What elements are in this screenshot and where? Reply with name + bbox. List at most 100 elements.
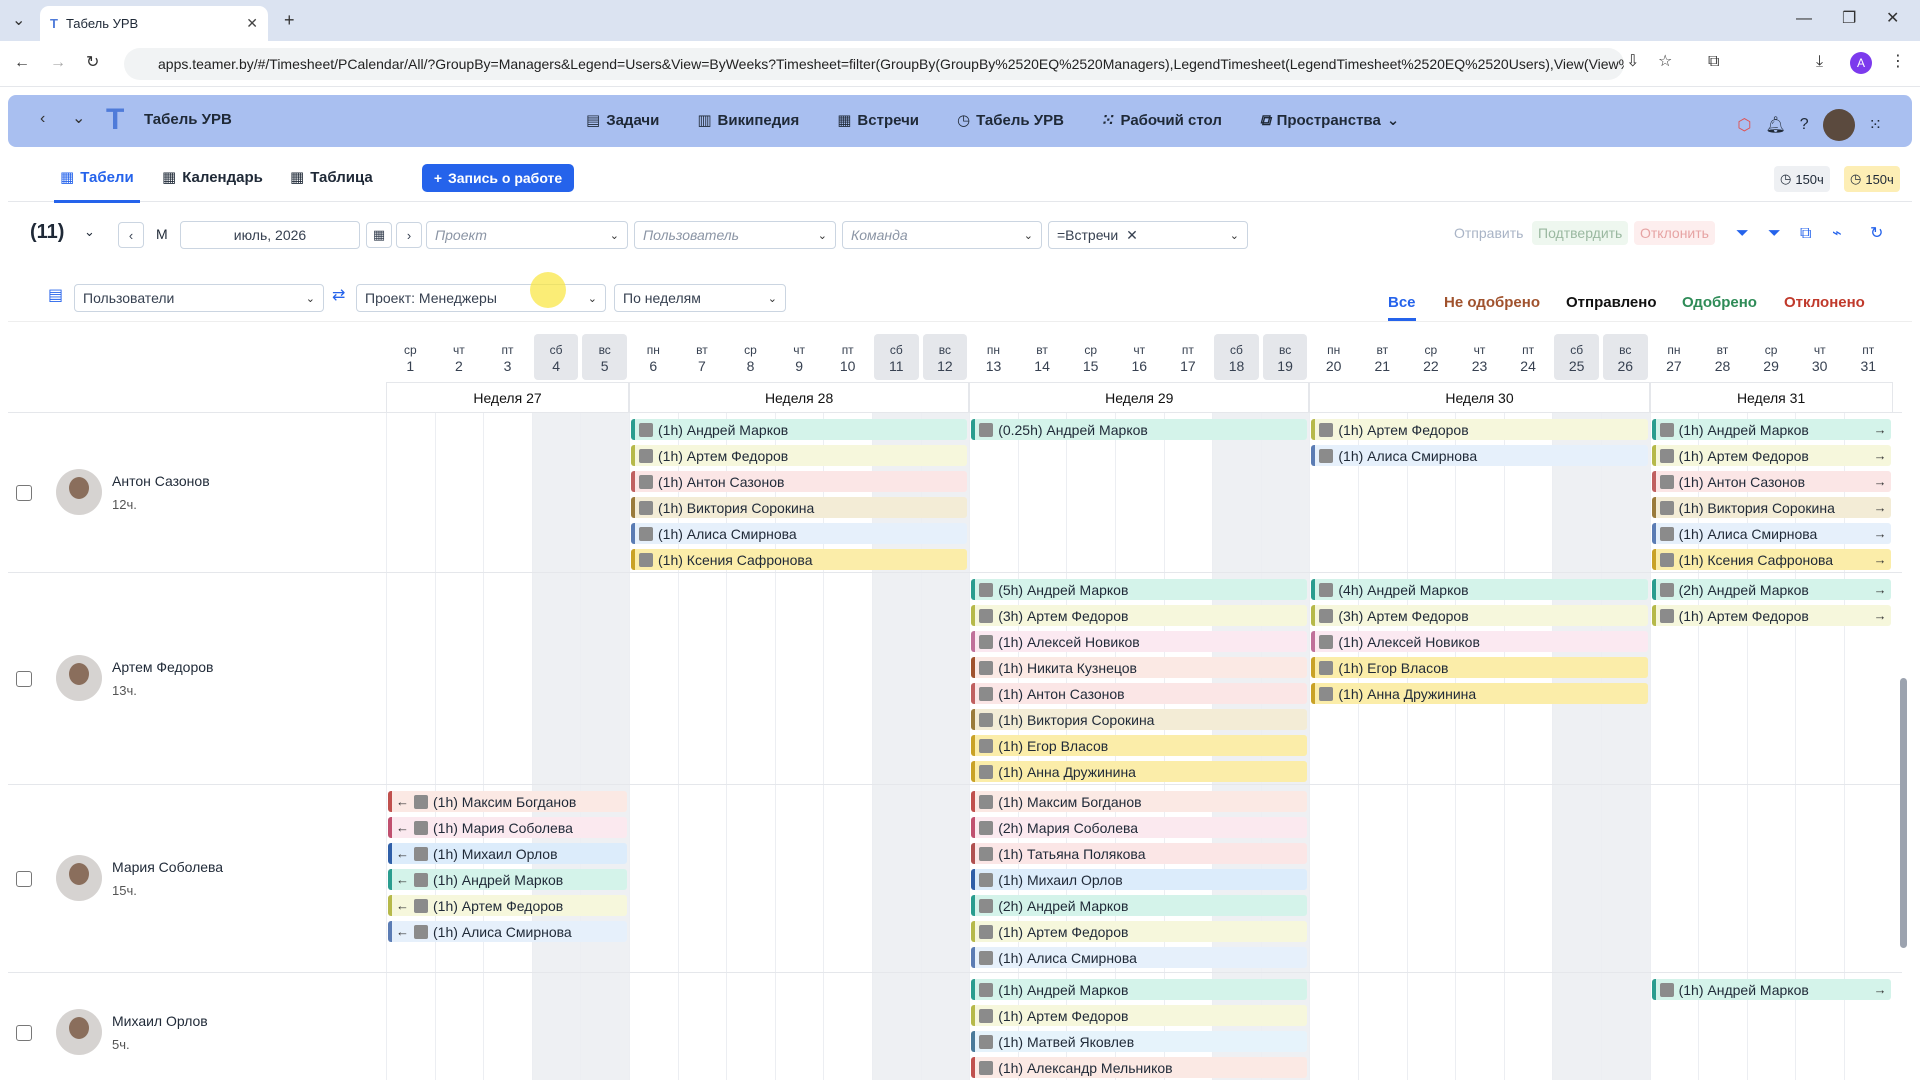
timesheet-entry[interactable]: (1h) Виктория Сорокина →	[1651, 497, 1891, 518]
help-icon[interactable]: ?	[1800, 116, 1809, 134]
timesheet-entry[interactable]: (1h) Виктория Сорокина	[971, 709, 1308, 730]
minimize-icon[interactable]: —	[1796, 11, 1812, 27]
browser-menu-icon[interactable]: ⋮	[1890, 54, 1906, 70]
forward-icon[interactable]: →	[50, 55, 66, 71]
bell-icon[interactable]: 🔔︎	[1765, 115, 1785, 135]
remove-chip-icon[interactable]: ✕	[1126, 227, 1138, 244]
record-icon[interactable]: ⬡	[1737, 115, 1751, 135]
close-tab-icon[interactable]: ✕	[246, 15, 258, 32]
timesheet-entry[interactable]: (1h) Матвей Яковлев	[971, 1031, 1308, 1052]
apps-grid-icon[interactable]: ⁙	[1869, 115, 1882, 135]
timesheet-entry[interactable]: (1h) Артем Федоров	[1311, 419, 1648, 440]
timesheet-entry[interactable]: (1h) Ксения Сафронова →	[1651, 549, 1891, 570]
timesheet-entry[interactable]: (1h) Артем Федоров	[971, 921, 1308, 942]
timesheet-entry[interactable]: (4h) Андрей Марков	[1311, 579, 1648, 600]
refresh-icon[interactable]: ↻	[1870, 226, 1883, 242]
swap-icon[interactable]: ⇄	[332, 288, 345, 304]
timesheet-entry[interactable]: (1h) Алиса Смирнова	[971, 947, 1308, 968]
timesheet-entry[interactable]: (1h) Татьяна Полякова	[971, 843, 1308, 864]
copy-icon[interactable]: ⧉	[1800, 226, 1811, 242]
nav-timesheet[interactable]: ◷ Табель УРВ	[957, 111, 1064, 130]
timesheet-entry[interactable]: (1h) Егор Власов	[1311, 657, 1648, 678]
timesheet-entry[interactable]: (1h) Алексей Новиков	[971, 631, 1308, 652]
prev-period-button[interactable]: ‹	[118, 222, 144, 248]
tab-timesheets[interactable]: ▦ Табели	[54, 168, 140, 203]
scrollbar[interactable]	[1898, 338, 1910, 1080]
timesheet-entry[interactable]: (1h) Артем Федоров →	[1651, 605, 1891, 626]
reload-icon[interactable]: ↻	[86, 55, 99, 71]
new-tab-icon[interactable]: +	[284, 11, 295, 29]
timesheet-entry[interactable]: (1h) Александр Мельников	[971, 1057, 1308, 1078]
timesheet-entry[interactable]: (1h) Антон Сазонов	[971, 683, 1308, 704]
timesheet-entry[interactable]: (2h) Мария Соболева	[971, 817, 1308, 838]
timesheet-entry[interactable]: (1h) Максим Богданов	[971, 791, 1308, 812]
timesheet-entry[interactable]: (1h) Алексей Новиков	[1311, 631, 1648, 652]
timesheet-entry[interactable]: (5h) Андрей Марков	[971, 579, 1308, 600]
timesheet-entry[interactable]: (1h) Михаил Орлов	[971, 869, 1308, 890]
restore-icon[interactable]: ❐	[1842, 11, 1856, 27]
back-icon[interactable]: ←	[14, 55, 30, 71]
nav-tasks[interactable]: ▤ Задачи	[586, 111, 659, 130]
timesheet-entry[interactable]: (1h) Антон Сазонов →	[1651, 471, 1891, 492]
downloads-icon[interactable]: ⤓	[1816, 54, 1823, 70]
timesheet-entry[interactable]: (1h) Артем Федоров	[631, 445, 968, 466]
browser-tab[interactable]: T Табель УРВ ✕	[40, 6, 268, 41]
add-work-record-button[interactable]: + Запись о работе	[422, 164, 574, 192]
user-avatar[interactable]	[1822, 109, 1855, 141]
send-button[interactable]: Отправить	[1448, 221, 1529, 245]
nav-menu-chevron-icon[interactable]: ⌄	[72, 111, 85, 127]
timesheet-entry[interactable]: (1h) Алиса Смирнова →	[1651, 523, 1891, 544]
tab-list-icon[interactable]: ⌄	[12, 13, 25, 29]
timesheet-entry[interactable]: (1h) Андрей Марков →	[1651, 419, 1891, 440]
calendar-picker-icon[interactable]: ▦	[366, 222, 392, 248]
status-tab-sent[interactable]: Отправлено	[1566, 294, 1657, 311]
count-chevron-icon[interactable]: ⌄	[84, 224, 95, 240]
view-select[interactable]: По неделям ⌄	[614, 284, 786, 312]
timesheet-entry[interactable]: (1h) Виктория Сорокина	[631, 497, 968, 518]
project-filter[interactable]: Проект ⌄	[426, 221, 628, 249]
user-filter[interactable]: Пользователь ⌄	[634, 221, 836, 249]
timesheet-entry[interactable]: ← (1h) Михаил Орлов	[388, 843, 627, 864]
nav-back-icon[interactable]: ‹	[40, 111, 45, 127]
tab-calendar[interactable]: ▦ Календарь	[162, 168, 263, 187]
timesheet-entry[interactable]: (2h) Андрей Марков	[971, 895, 1308, 916]
period-mode[interactable]: М	[156, 226, 168, 242]
legend-select[interactable]: Пользователи ⌄	[74, 284, 324, 312]
timesheet-entry[interactable]: (1h) Антон Сазонов	[631, 471, 968, 492]
filter-add-icon[interactable]: ⏷	[1736, 226, 1749, 242]
timesheet-entry[interactable]: ← (1h) Максим Богданов	[388, 791, 627, 812]
reject-button[interactable]: Отклонить	[1634, 221, 1715, 245]
timesheet-entry[interactable]: ← (1h) Алиса Смирнова	[388, 921, 627, 942]
team-filter[interactable]: Команда ⌄	[842, 221, 1042, 249]
meetings-filter[interactable]: =Встречи ✕ ⌄	[1048, 221, 1248, 249]
nav-wiki[interactable]: ▥ Википедия	[697, 111, 799, 130]
timesheet-entry[interactable]: (1h) Алиса Смирнова	[1311, 445, 1648, 466]
row-checkbox[interactable]	[16, 871, 32, 887]
timesheet-entry[interactable]: (0.25h) Андрей Марков	[971, 419, 1308, 440]
tab-table[interactable]: ▦ Таблица	[290, 168, 373, 187]
status-tab-all[interactable]: Все	[1388, 294, 1416, 321]
timesheet-entry[interactable]: (1h) Андрей Марков	[971, 979, 1308, 1000]
next-period-button[interactable]: ›	[396, 222, 422, 248]
extensions-icon[interactable]: ⧉	[1708, 54, 1719, 70]
timesheet-entry[interactable]: (1h) Андрей Марков →	[1651, 979, 1891, 1000]
timesheet-entry[interactable]: (3h) Артем Федоров	[1311, 605, 1648, 626]
timesheet-entry[interactable]: (3h) Артем Федоров	[971, 605, 1308, 626]
close-window-icon[interactable]: ✕	[1886, 11, 1899, 27]
status-tab-rejected[interactable]: Отклонено	[1784, 294, 1865, 311]
timesheet-entry[interactable]: (1h) Никита Кузнецов	[971, 657, 1308, 678]
address-bar[interactable]: apps.teamer.by/#/Timesheet/PCalendar/All…	[124, 48, 1624, 80]
timesheet-entry[interactable]: ← (1h) Артем Федоров	[388, 895, 627, 916]
group-select[interactable]: Проект: Менеджеры ⌄	[356, 284, 606, 312]
month-picker[interactable]: июль, 2026	[180, 221, 360, 249]
timesheet-entry[interactable]: (1h) Анна Дружинина	[971, 761, 1308, 782]
row-checkbox[interactable]	[16, 671, 32, 687]
timesheet-entry[interactable]: (1h) Артем Федоров	[971, 1005, 1308, 1026]
timesheet-entry[interactable]: (2h) Андрей Марков →	[1651, 579, 1891, 600]
timesheet-entry[interactable]: (1h) Ксения Сафронова	[631, 549, 968, 570]
status-tab-unapproved[interactable]: Не одобрено	[1444, 294, 1540, 311]
nav-meetings[interactable]: ▦ Встречи	[837, 111, 919, 130]
timesheet-entry[interactable]: (1h) Артем Федоров →	[1651, 445, 1891, 466]
timesheet-entry[interactable]: ← (1h) Мария Соболева	[388, 817, 627, 838]
row-checkbox[interactable]	[16, 485, 32, 501]
